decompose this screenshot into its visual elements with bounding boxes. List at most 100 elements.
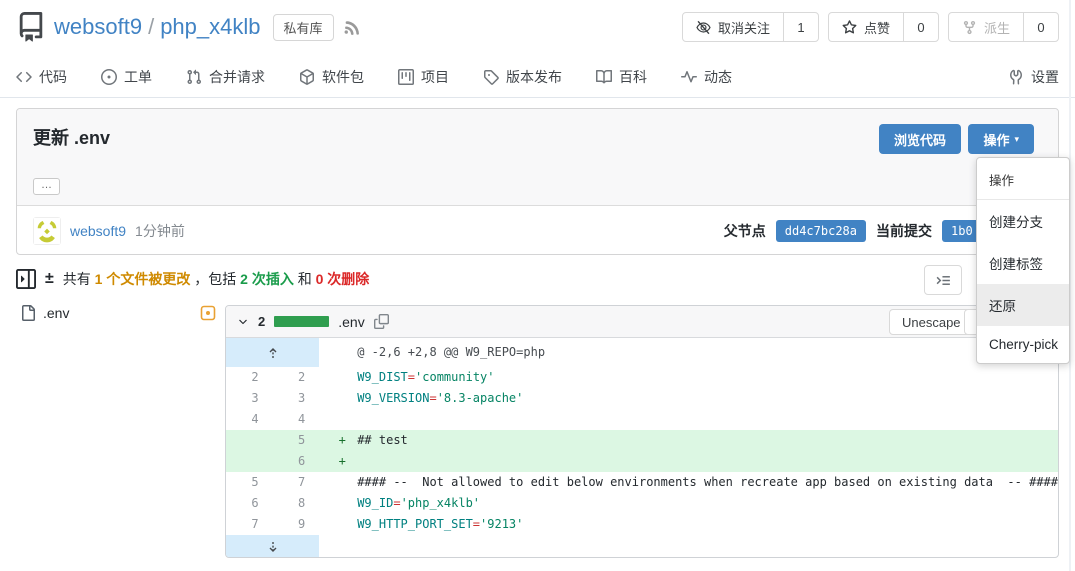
new-line-number[interactable]: 6 bbox=[273, 451, 320, 472]
old-line-number[interactable]: 5 bbox=[226, 472, 273, 493]
repo-header: websoft9 / php_x4klb 私有库 取消关注 1 点赞 0 派生 bbox=[16, 6, 1059, 48]
menu-item-create-tag[interactable]: 创建标签 bbox=[977, 242, 1069, 284]
list-indent-icon bbox=[935, 272, 952, 289]
whitespace-options-button[interactable] bbox=[924, 265, 962, 295]
old-line-number[interactable]: 7 bbox=[226, 514, 273, 535]
tab-activity[interactable]: 动态 bbox=[681, 67, 732, 87]
diff-file-name[interactable]: .env bbox=[338, 314, 364, 330]
chevron-down-icon: ▾ bbox=[1014, 134, 1019, 145]
diff-line-row: 57#### -- Not allowed to edit below envi… bbox=[226, 472, 1058, 493]
hunk-header-text: @ -2,6 +2,8 @@ W9_REPO=php bbox=[319, 338, 1058, 367]
book-icon bbox=[596, 69, 612, 85]
avatar[interactable] bbox=[33, 217, 61, 245]
commit-author-link[interactable]: websoft9 bbox=[70, 223, 126, 239]
diff-stats-row: ± 共有 1 个文件被更改 ，包括 2 次插入 和 0 次删除 bbox=[16, 263, 1059, 295]
code-line: #### -- Not allowed to edit below enviro… bbox=[319, 472, 1058, 493]
diff-table: @ -2,6 +2,8 @@ W9_REPO=php22W9_DIST='com… bbox=[226, 338, 1058, 558]
private-badge: 私有库 bbox=[273, 14, 334, 41]
diff-line-row: 33W9_VERSION='8.3-apache' bbox=[226, 388, 1058, 409]
new-line-number[interactable]: 5 bbox=[273, 430, 320, 451]
wrench-icon bbox=[1008, 69, 1024, 85]
old-line-number[interactable]: 2 bbox=[226, 367, 273, 388]
parent-label: 父节点 bbox=[724, 221, 766, 241]
breadcrumb-separator: / bbox=[148, 14, 154, 40]
fork-count[interactable]: 0 bbox=[1023, 13, 1058, 41]
file-tree-item-env[interactable]: .env bbox=[20, 300, 216, 326]
nav-divider bbox=[0, 97, 1075, 98]
file-tree-toggle-icon[interactable] bbox=[16, 269, 36, 289]
code-line: W9_DIST='community' bbox=[319, 367, 1058, 388]
rss-icon[interactable] bbox=[344, 18, 362, 36]
tab-issues[interactable]: 工单 bbox=[101, 67, 152, 87]
tab-settings[interactable]: 设置 bbox=[1008, 67, 1059, 87]
tab-projects[interactable]: 项目 bbox=[398, 67, 449, 87]
parent-sha-badge[interactable]: dd4c7bc28a bbox=[776, 220, 866, 242]
operations-dropdown-menu: 操作 创建分支 创建标签 还原 Cherry-pick bbox=[976, 157, 1070, 364]
star-button[interactable]: 点赞 bbox=[829, 13, 903, 41]
code-line: W9_HTTP_PORT_SET='9213' bbox=[319, 514, 1058, 535]
commit-time: 1分钟前 bbox=[135, 221, 185, 241]
new-line-number[interactable]: 9 bbox=[273, 514, 320, 535]
expand-down-icon[interactable] bbox=[226, 535, 319, 558]
code-line bbox=[319, 409, 1058, 430]
collapse-file-chevron-icon[interactable] bbox=[237, 316, 249, 328]
new-line-number[interactable]: 3 bbox=[273, 388, 320, 409]
menu-item-create-branch[interactable]: 创建分支 bbox=[977, 200, 1069, 242]
new-line-number[interactable]: 2 bbox=[273, 367, 320, 388]
new-line-number[interactable]: 4 bbox=[273, 409, 320, 430]
diff-line-row: 6+ bbox=[226, 451, 1058, 472]
star-count[interactable]: 0 bbox=[903, 13, 938, 41]
old-line-number[interactable]: 4 bbox=[226, 409, 273, 430]
file-tree-item-label: .env bbox=[43, 305, 69, 321]
tab-pull-requests[interactable]: 合并请求 bbox=[186, 67, 265, 87]
diff-line-row: 44 bbox=[226, 409, 1058, 430]
repo-actions: 取消关注 1 点赞 0 派生 0 bbox=[682, 12, 1059, 42]
menu-item-revert[interactable]: 还原 bbox=[977, 284, 1069, 326]
diff-detail-stats-icon[interactable]: ± bbox=[45, 271, 54, 287]
fork-icon bbox=[962, 20, 977, 35]
old-line-number[interactable]: 3 bbox=[226, 388, 273, 409]
new-line-number[interactable]: 8 bbox=[273, 493, 320, 514]
current-commit-label: 当前提交 bbox=[876, 221, 932, 241]
code-line: W9_VERSION='8.3-apache' bbox=[319, 388, 1058, 409]
diff-line-row: 22W9_DIST='community' bbox=[226, 367, 1058, 388]
project-icon bbox=[398, 69, 414, 85]
diff-line-row: 79W9_HTTP_PORT_SET='9213' bbox=[226, 514, 1058, 535]
diff-file-header: 2 .env Unescape bbox=[226, 306, 1058, 338]
eye-slash-icon bbox=[696, 20, 711, 35]
code-line: + bbox=[319, 451, 1058, 472]
tab-code[interactable]: 代码 bbox=[16, 67, 67, 87]
star-button-group: 点赞 0 bbox=[828, 12, 939, 42]
file-modified-icon bbox=[200, 305, 216, 321]
diff-stats-text: 共有 1 个文件被更改 ，包括 2 次插入 和 0 次删除 bbox=[63, 269, 370, 289]
tab-packages[interactable]: 软件包 bbox=[299, 67, 364, 87]
browse-code-button[interactable]: 浏览代码 bbox=[879, 124, 961, 154]
repo-owner-link[interactable]: websoft9 bbox=[54, 14, 142, 40]
old-line-number[interactable] bbox=[226, 451, 273, 472]
tab-wiki[interactable]: 百科 bbox=[596, 67, 647, 87]
copy-path-icon[interactable] bbox=[374, 314, 389, 329]
tab-releases[interactable]: 版本发布 bbox=[483, 67, 562, 87]
repo-name-link[interactable]: php_x4klb bbox=[160, 14, 260, 40]
unwatch-button[interactable]: 取消关注 bbox=[683, 13, 783, 41]
code-line: +## test bbox=[319, 430, 1058, 451]
commit-header: 更新 .env 浏览代码 操作 ▾ … bbox=[17, 109, 1058, 206]
diff-line-row: 68W9_ID='php_x4klb' bbox=[226, 493, 1058, 514]
old-line-number[interactable] bbox=[226, 430, 273, 451]
commit-author-row: websoft9 1分钟前 父节点 dd4c7bc28a 当前提交 1b0 bbox=[17, 206, 1058, 255]
issue-icon bbox=[101, 69, 117, 85]
old-line-number[interactable]: 6 bbox=[226, 493, 273, 514]
pull-request-icon bbox=[186, 69, 202, 85]
watch-button-group: 取消关注 1 bbox=[682, 12, 819, 42]
expand-up-icon[interactable] bbox=[226, 338, 319, 367]
new-line-number[interactable]: 7 bbox=[273, 472, 320, 493]
unescape-button[interactable]: Unescape bbox=[889, 309, 974, 335]
operations-button[interactable]: 操作 ▾ bbox=[968, 124, 1034, 154]
watch-count[interactable]: 1 bbox=[783, 13, 818, 41]
insertions-count: 2 次插入 bbox=[240, 271, 294, 287]
expand-commit-message-button[interactable]: … bbox=[33, 178, 60, 195]
file-icon bbox=[20, 305, 36, 321]
fork-button: 派生 bbox=[949, 13, 1023, 41]
hunk-header-text bbox=[319, 535, 1058, 558]
menu-item-cherry-pick[interactable]: Cherry-pick bbox=[977, 326, 1069, 363]
